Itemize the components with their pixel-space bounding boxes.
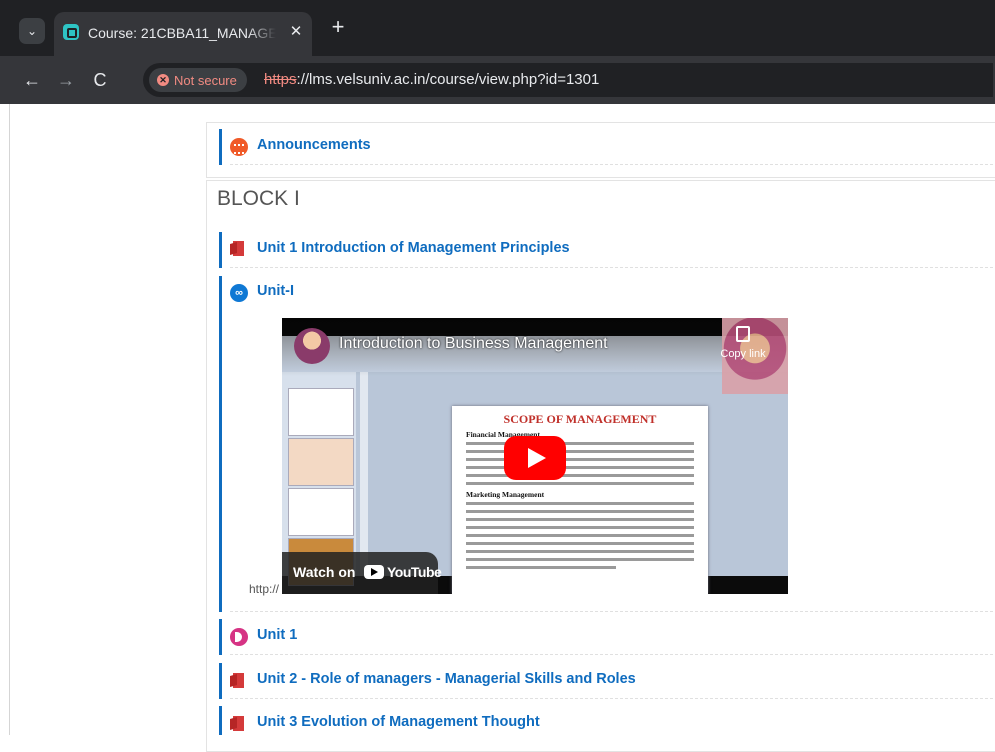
activity-link[interactable]: Unit 1 Introduction of Management Princi… [257, 240, 570, 256]
watch-on-youtube-button[interactable]: Watch on YouTube [282, 552, 442, 594]
ppt-slide-thumbnails [282, 372, 356, 586]
site-favicon-icon [63, 24, 79, 40]
youtube-embed[interactable]: SCOPE OF MANAGEMENT Financial Management… [282, 318, 788, 594]
site-security-chip[interactable]: ✕ Not secure [149, 68, 247, 92]
tab-close-icon[interactable]: ✕ [286, 22, 306, 42]
pdf-icon [230, 715, 248, 733]
url-link-icon: ∞ [230, 284, 248, 302]
activity-link[interactable]: Unit 2 - Role of managers - Managerial S… [257, 671, 636, 687]
copy-link-label: Copy link [720, 348, 766, 360]
url-scheme: https [264, 71, 297, 88]
activity-unit1-pdf[interactable]: Unit 1 Introduction of Management Princi… [219, 232, 995, 268]
url-text[interactable]: https://lms.velsuniv.ac.in/course/view.p… [264, 71, 599, 88]
not-secure-label: Not secure [174, 72, 237, 88]
slide-preview: SCOPE OF MANAGEMENT Financial Management… [452, 406, 708, 594]
activity-link[interactable]: Unit-I [257, 283, 294, 299]
url-rest: ://lms.velsuniv.ac.in/course/view.php?id… [296, 71, 600, 88]
video-title[interactable]: Introduction to Business Management [339, 335, 608, 353]
youtube-logo: YouTube [364, 564, 442, 580]
forward-arrow-icon[interactable]: → [53, 67, 79, 93]
copy-icon [736, 326, 750, 342]
new-tab-button[interactable]: + [326, 16, 350, 40]
section-title: BLOCK I [217, 187, 300, 210]
reload-icon[interactable]: C [87, 67, 113, 93]
browser-tab[interactable]: Course: 21CBBA11_MANAGEMENT PRINCIPLES ✕ [54, 12, 312, 56]
copy-link-button[interactable]: Copy link [715, 326, 771, 360]
h5p-icon [230, 628, 248, 646]
youtube-wordmark: YouTube [387, 564, 442, 580]
activity-announcements[interactable]: Announcements [219, 129, 995, 165]
play-button-icon[interactable] [504, 436, 566, 480]
activity-link[interactable]: Unit 1 [257, 627, 297, 643]
activity-link[interactable]: Announcements [257, 137, 371, 153]
activity-unit3-pdf[interactable]: Unit 3 Evolution of Management Thought [219, 706, 995, 735]
page-left-border [9, 104, 10, 735]
slide-title: SCOPE OF MANAGEMENT [503, 412, 657, 426]
pdf-icon [230, 240, 248, 258]
omnibox[interactable]: ✕ Not secure https://lms.velsuniv.ac.in/… [143, 63, 993, 97]
youtube-logo-icon [364, 565, 384, 579]
tab-title: Course: 21CBBA11_MANAGEMENT PRINCIPLES [88, 25, 276, 41]
channel-avatar[interactable] [294, 328, 330, 364]
activity-unit2-pdf[interactable]: Unit 2 - Role of managers - Managerial S… [219, 663, 995, 699]
watch-on-label: Watch on [293, 564, 356, 580]
activity-link[interactable]: Unit 3 Evolution of Management Thought [257, 714, 540, 730]
address-toolbar: ← → C ✕ Not secure https://lms.velsuniv.… [0, 56, 995, 104]
forum-icon [230, 138, 248, 156]
course-page: Announcements BLOCK I Unit 1 Introductio… [0, 104, 995, 752]
back-arrow-icon[interactable]: ← [19, 67, 45, 93]
slide-heading: Marketing Management [466, 490, 545, 499]
activity-unit1-h5p[interactable]: Unit 1 [219, 619, 995, 655]
browser-tab-strip: ⌄ Course: 21CBBA11_MANAGEMENT PRINCIPLES… [0, 0, 995, 56]
tab-search-button[interactable]: ⌄ [19, 18, 45, 44]
not-secure-warning-icon: ✕ [157, 74, 169, 86]
pdf-icon [230, 672, 248, 690]
link-url-text[interactable]: http:// [249, 582, 279, 596]
